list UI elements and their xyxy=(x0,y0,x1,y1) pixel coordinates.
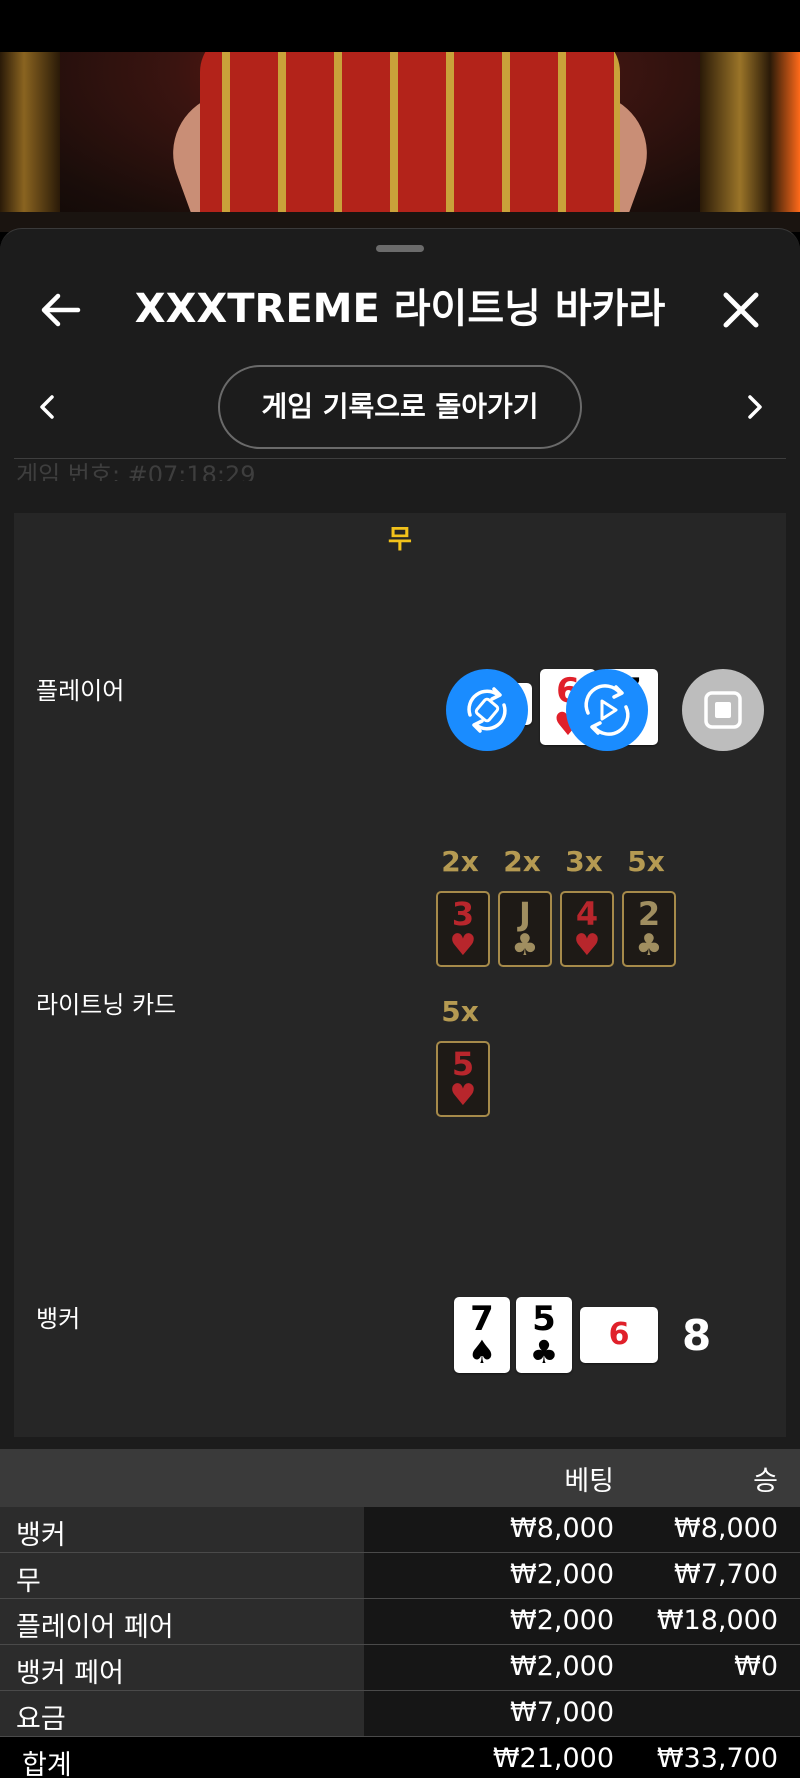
result-outcome: 무 xyxy=(388,525,412,555)
history-nav: 게임 기록으로 돌아가기 xyxy=(0,365,800,449)
total-bet: ₩21,000 xyxy=(492,1743,614,1774)
bet-amount: ₩2,000 xyxy=(510,1559,614,1590)
multiplier-3: 3x xyxy=(565,845,603,878)
banker-card-1: 7 ♠ xyxy=(454,1297,510,1373)
lightning-card-4: 2 ♣ xyxy=(622,891,676,967)
rotate-icon xyxy=(467,687,507,733)
multiplier-4: 5x xyxy=(627,845,665,878)
win-amount: ₩7,700 xyxy=(674,1559,778,1590)
lightning-card-5: 5 ♥ xyxy=(436,1041,490,1117)
game-history-sheet: XXXTREME 라이트닝 바카라 게임 기록으로 돌아가기 게임 번호: #0… xyxy=(0,228,800,1778)
win-amount: ₩8,000 xyxy=(674,1513,778,1544)
video-frame-right xyxy=(700,52,800,232)
banker-card-2: 5 ♣ xyxy=(516,1297,572,1373)
player-label: 플레이어 xyxy=(36,677,125,705)
table-row: 플레이어 페어 ₩2,000 ₩18,000 xyxy=(0,1599,800,1645)
video-frame-left xyxy=(0,52,60,232)
table-row: 요금 ₩7,000 xyxy=(0,1691,800,1737)
sheet-header: XXXTREME 라이트닝 바카라 xyxy=(0,269,800,349)
bet-name: 요금 xyxy=(16,1704,66,1735)
bet-amount: ₩2,000 xyxy=(510,1605,614,1636)
stop-button[interactable] xyxy=(682,669,764,751)
lightning-card-1: 3 ♥ xyxy=(436,891,490,967)
banker-label: 뱅커 xyxy=(36,1305,81,1333)
multiplier-1: 2x xyxy=(441,845,479,878)
table-row: 뱅커 페어 ₩2,000 ₩0 xyxy=(0,1645,800,1691)
bet-name: 무 xyxy=(16,1566,41,1597)
bet-name: 뱅커 페어 xyxy=(16,1658,124,1689)
table-row: 뱅커 ₩8,000 ₩8,000 xyxy=(0,1507,800,1553)
bet-amount: ₩7,000 xyxy=(510,1697,614,1728)
replay-icon xyxy=(584,684,630,736)
round-result-panel: 무 플레이어 6 ♥ 7 xyxy=(14,513,786,1437)
dealer xyxy=(200,52,620,232)
rotate-button[interactable] xyxy=(446,669,528,751)
table-row: 무 ₩2,000 ₩7,700 xyxy=(0,1553,800,1599)
stop-icon xyxy=(704,691,742,729)
chevron-right-icon[interactable] xyxy=(736,385,772,429)
total-label: 합계 xyxy=(22,1750,72,1778)
total-win: ₩33,700 xyxy=(656,1743,778,1774)
banker-score: 8 xyxy=(682,1311,712,1360)
lightning-label: 라이트닝 카드 xyxy=(36,991,177,1019)
status-bar xyxy=(0,0,800,52)
lightning-card-3: 4 ♥ xyxy=(560,891,614,967)
bets-table-header: 베팅 승 xyxy=(0,1449,800,1507)
chevron-left-icon[interactable] xyxy=(30,385,66,429)
replay-button[interactable] xyxy=(566,669,648,751)
drag-handle[interactable] xyxy=(376,245,424,252)
bet-name: 뱅커 xyxy=(16,1520,66,1551)
win-amount: ₩18,000 xyxy=(656,1605,778,1636)
win-column-header: 승 xyxy=(753,1466,778,1497)
close-icon[interactable] xyxy=(716,285,766,335)
back-arrow-icon[interactable] xyxy=(38,287,84,333)
multiplier-2: 2x xyxy=(503,845,541,878)
game-number: 게임 번호: #07:18:29 xyxy=(16,461,256,481)
win-amount: ₩0 xyxy=(734,1651,778,1682)
bet-name: 플레이어 페어 xyxy=(16,1612,174,1643)
bet-amount: ₩8,000 xyxy=(510,1513,614,1544)
bet-column-header: 베팅 xyxy=(564,1466,614,1497)
lightning-card-2: J ♣ xyxy=(498,891,552,967)
back-to-history-button[interactable]: 게임 기록으로 돌아가기 xyxy=(218,365,582,449)
page-title: XXXTREME 라이트닝 바카라 xyxy=(134,286,666,332)
multiplier-5: 5x xyxy=(441,995,479,1028)
banker-card-3: 6 ♥ xyxy=(580,1307,658,1363)
live-video xyxy=(0,52,800,232)
bet-amount: ₩2,000 xyxy=(510,1651,614,1682)
total-row: 합계 ₩21,000 ₩33,700 xyxy=(0,1737,800,1778)
